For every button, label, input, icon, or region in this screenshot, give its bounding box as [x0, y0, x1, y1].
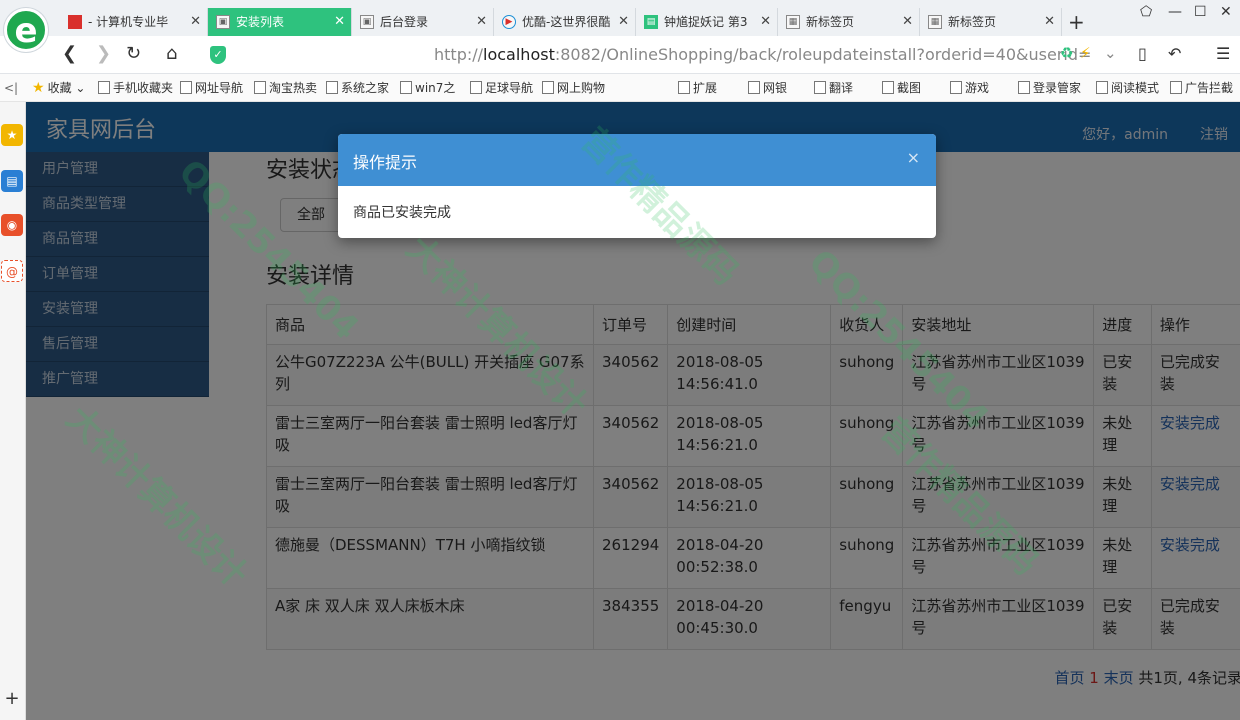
bookmark-item[interactable]: 游戏 [950, 74, 989, 101]
grid-icon: ▦ [928, 15, 942, 29]
block-icon [1170, 81, 1182, 94]
dialog-message: 商品已安装完成 [353, 205, 451, 221]
home-icon[interactable]: ⌂ [166, 44, 177, 64]
undo-icon[interactable]: ↶ [1168, 44, 1181, 64]
weibo-icon[interactable]: ◉ [1, 214, 23, 236]
bookmarks-bar: <| ★ 收藏 ⌄ 手机收藏夹 网址导航 淘宝热卖 系统之家 win7之 足球导航… [0, 74, 1240, 102]
page-favicon-icon: ▣ [216, 15, 230, 29]
page-icon [470, 81, 482, 94]
tab-title: 安装列表 [236, 15, 285, 29]
close-icon[interactable]: ✕ [190, 8, 201, 36]
bookmark-item[interactable]: win7之 [400, 74, 455, 101]
back-icon[interactable]: ❮ [62, 44, 77, 64]
bookmark-item[interactable]: 淘宝热卖 [254, 74, 317, 101]
url-path: :8082/OnlineShopping/back/roleupdateinst… [554, 45, 1092, 64]
star-icon[interactable]: ★ [1, 124, 23, 146]
youku-icon: ▶ [502, 15, 516, 29]
address-dropdown-icon[interactable]: ⌄ [1104, 44, 1117, 62]
bookmark-item[interactable]: 截图 [882, 74, 921, 101]
phone-icon[interactable]: ▯ [1138, 44, 1147, 64]
translate-icon [814, 81, 826, 94]
bookmark-item[interactable]: 登录管家 [1018, 74, 1081, 101]
phone-icon [98, 81, 110, 94]
puzzle-icon [678, 81, 690, 94]
close-icon[interactable]: ✕ [760, 8, 771, 36]
sidebar-toggle-icon[interactable]: <| [4, 74, 18, 101]
document-icon[interactable]: ▤ [1, 170, 23, 192]
browser-tab[interactable]: ▣ 后台登录 ✕ [352, 8, 494, 36]
page-icon [542, 81, 554, 94]
compat-mode-icon[interactable]: ♻ [1060, 44, 1073, 62]
tab-title: 优酷-这世界很酷 [522, 15, 611, 29]
bank-icon [748, 81, 760, 94]
refresh-icon[interactable]: ↻ [126, 44, 141, 64]
browser-sidebar: ★ ▤ ◉ @ + [0, 102, 26, 720]
book-icon [1096, 81, 1108, 94]
close-icon[interactable]: ✕ [1044, 8, 1055, 36]
browser-tab[interactable]: ▤ 钟馗捉妖记 第3 ✕ [636, 8, 778, 36]
gamepad-icon [950, 81, 962, 94]
browser-logo: e [4, 8, 48, 52]
tab-title: 后台登录 [380, 15, 429, 29]
bookmark-item[interactable]: 扩展 [678, 74, 717, 101]
grid-icon: ▦ [786, 15, 800, 29]
bookmark-item[interactable]: 网银 [748, 74, 787, 101]
speed-mode-icon[interactable]: ⚡ [1080, 44, 1091, 62]
window-close-icon[interactable]: ✕ [1220, 4, 1232, 20]
browser-tab[interactable]: - 计算机专业毕 ✕ [60, 8, 208, 36]
key-icon [1018, 81, 1030, 94]
maximize-icon[interactable]: ☐ [1194, 4, 1207, 20]
browser-tab-active[interactable]: ▣ 安装列表 ✕ [208, 8, 352, 36]
mail-icon[interactable]: @ [1, 260, 23, 282]
bookmark-item[interactable]: 系统之家 [326, 74, 389, 101]
url-prefix: http:// [434, 45, 484, 64]
tab-title: 钟馗捉妖记 第3 [664, 15, 748, 29]
dialog-header: 操作提示 × [338, 134, 936, 186]
close-icon[interactable]: ✕ [618, 8, 629, 36]
operation-tip-dialog: 操作提示 × 商品已安装完成 [338, 134, 936, 238]
page-icon [326, 81, 338, 94]
bookmark-favorites[interactable]: ★ 收藏 ⌄ [32, 74, 85, 101]
bookmark-item[interactable]: 阅读模式 [1096, 74, 1159, 101]
bookmark-item[interactable]: 广告拦截 [1170, 74, 1233, 101]
browser-tab[interactable]: ▦ 新标签页 ✕ [778, 8, 920, 36]
close-icon[interactable]: ✕ [902, 8, 913, 36]
page-icon [400, 81, 412, 94]
bookmark-item[interactable]: 手机收藏夹 [98, 74, 173, 101]
page-icon [180, 81, 192, 94]
page: 家具网后台 您好，admin 注销 用户管理 商品类型管理 商品管理 订单管理 … [26, 102, 1240, 720]
add-icon[interactable]: + [1, 688, 23, 710]
scissors-icon [882, 81, 894, 94]
bookmark-item[interactable]: 网址导航 [180, 74, 243, 101]
browser-tab[interactable]: ▶ 优酷-这世界很酷 ✕ [494, 8, 636, 36]
address-bar[interactable]: http://localhost:8082/OnlineShopping/bac… [204, 42, 1092, 68]
page-favicon-icon: ▣ [360, 15, 374, 29]
skin-icon[interactable]: ⬠ [1140, 4, 1152, 20]
browser-nav-bar: ❮ ❯ ↻ ⌂ ✓ http://localhost:8082/OnlineSh… [0, 36, 1240, 74]
menu-icon[interactable]: ☰ [1216, 44, 1230, 64]
new-tab-button[interactable]: + [1068, 8, 1085, 36]
page-favicon-icon [68, 15, 82, 29]
dialog-title: 操作提示 [353, 153, 418, 172]
close-icon[interactable]: × [907, 148, 920, 167]
star-icon: ★ [32, 80, 45, 96]
tab-title: 新标签页 [948, 15, 997, 29]
close-icon[interactable]: ✕ [334, 8, 345, 36]
tab-title: 新标签页 [806, 15, 855, 29]
forward-icon[interactable]: ❯ [96, 44, 111, 64]
browser-tab[interactable]: ▦ 新标签页 ✕ [920, 8, 1062, 36]
url-host: localhost [483, 45, 555, 64]
bookmark-item[interactable]: 网上购物 [542, 74, 605, 101]
close-icon[interactable]: ✕ [476, 8, 487, 36]
bookmark-item[interactable]: 足球导航 [470, 74, 533, 101]
tab-title: - 计算机专业毕 [88, 15, 169, 29]
page-icon [254, 81, 266, 94]
minimize-icon[interactable]: — [1168, 4, 1182, 20]
video-site-icon: ▤ [644, 15, 658, 29]
bookmark-item[interactable]: 翻译 [814, 74, 853, 101]
